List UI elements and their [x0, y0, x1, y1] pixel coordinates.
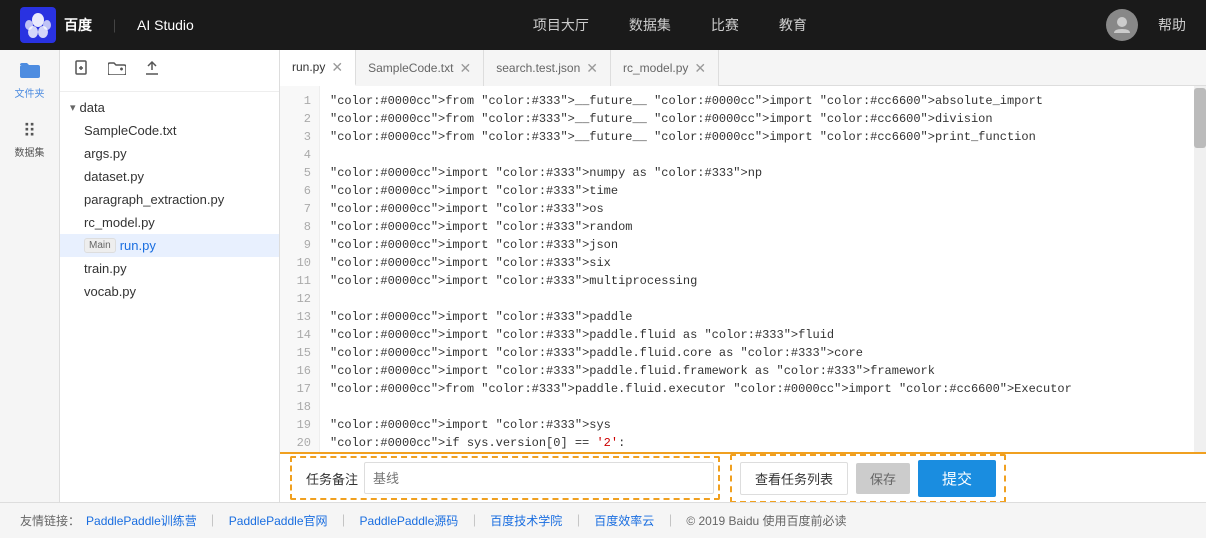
file-paragraph-label: paragraph_extraction.py [84, 192, 224, 207]
footer-link-training[interactable]: PaddlePaddle训练营 [86, 512, 197, 529]
tab-samplecode-close[interactable]: ✕ [459, 61, 471, 75]
file-toolbar [60, 50, 279, 92]
sidebar-item-dataset[interactable]: ⠿ 数据集 [8, 120, 52, 160]
code-editor: 123456789101112131415161718192021222324 … [280, 86, 1206, 452]
tab-search-test[interactable]: search.test.json ✕ [484, 50, 611, 86]
nav-item-projects[interactable]: 项目大厅 [533, 15, 589, 35]
file-train[interactable]: train.py [60, 257, 279, 280]
tab-samplecode[interactable]: SampleCode.txt ✕ [356, 50, 484, 86]
line-numbers: 123456789101112131415161718192021222324 [280, 86, 320, 452]
nav-item-competition[interactable]: 比赛 [711, 15, 739, 35]
action-buttons-section: 查看任务列表 保存 提交 [730, 454, 1006, 503]
nav-item-education[interactable]: 教育 [779, 15, 807, 35]
tab-run-py[interactable]: run.py ✕ [280, 50, 356, 86]
folder-arrow-icon: ▾ [70, 101, 76, 114]
top-navigation: 百度 ｜ AI Studio 项目大厅 数据集 比赛 教育 帮助 [0, 0, 1206, 50]
file-rc-model[interactable]: rc_model.py [60, 211, 279, 234]
new-folder-button[interactable] [104, 59, 130, 82]
tab-rc-model-label: rc_model.py [623, 61, 688, 75]
baseline-input[interactable] [364, 462, 714, 494]
task-note-section: 任务备注 [290, 456, 720, 500]
footer-prefix: 友情链接： [20, 512, 80, 529]
file-vocab[interactable]: vocab.py [60, 280, 279, 303]
nav-right: 帮助 [1106, 9, 1186, 41]
file-paragraph[interactable]: paragraph_extraction.py [60, 188, 279, 211]
file-panel: ▾ data SampleCode.txt args.py dataset.py… [60, 50, 280, 502]
nav-menu: 项目大厅 数据集 比赛 教育 [234, 15, 1106, 35]
upload-button[interactable] [140, 58, 164, 83]
tab-run-py-label: run.py [292, 60, 325, 74]
tab-samplecode-label: SampleCode.txt [368, 61, 453, 75]
baidu-text: 百度 [64, 15, 92, 35]
footer-link-efficiency[interactable]: 百度效率云 [594, 512, 654, 529]
file-args[interactable]: args.py [60, 142, 279, 165]
submit-button[interactable]: 提交 [918, 460, 996, 497]
file-dataset[interactable]: dataset.py [60, 165, 279, 188]
bottom-bar: 任务备注 查看任务列表 保存 提交 [280, 452, 1206, 502]
tab-search-test-label: search.test.json [496, 61, 580, 75]
help-link[interactable]: 帮助 [1158, 15, 1186, 35]
tab-rc-model-close[interactable]: ✕ [694, 61, 706, 75]
footer-link-academy[interactable]: 百度技术学院 [490, 512, 562, 529]
studio-text: AI Studio [137, 17, 194, 33]
file-rc-model-label: rc_model.py [84, 215, 155, 230]
dataset-icon: ⠿ [23, 121, 36, 142]
tab-rc-model[interactable]: rc_model.py ✕ [611, 50, 719, 86]
main-area: 文件夹 ⠿ 数据集 [0, 50, 1206, 502]
folder-data[interactable]: ▾ data [60, 96, 279, 119]
view-task-button[interactable]: 查看任务列表 [740, 462, 848, 495]
sidebar-dataset-label: 数据集 [15, 144, 45, 159]
scrollbar-track[interactable] [1194, 86, 1206, 452]
nav-item-datasets[interactable]: 数据集 [629, 15, 671, 35]
footer: 友情链接： PaddlePaddle训练营 ｜ PaddlePaddle官网 ｜… [0, 502, 1206, 538]
file-train-label: train.py [84, 261, 127, 276]
folder-name: data [80, 100, 105, 115]
editor-area: run.py ✕ SampleCode.txt ✕ search.test.js… [280, 50, 1206, 502]
logo-divider: ｜ [108, 16, 121, 35]
code-content[interactable]: "color:#0000cc">from "color:#333">__futu… [320, 86, 1194, 452]
file-run[interactable]: Main run.py [60, 234, 279, 257]
file-tree: ▾ data SampleCode.txt args.py dataset.py… [60, 92, 279, 502]
tab-run-py-close[interactable]: ✕ [331, 60, 343, 74]
footer-link-source[interactable]: PaddlePaddle源码 [360, 512, 459, 529]
footer-link-official[interactable]: PaddlePaddle官网 [229, 512, 328, 529]
file-samplecode-label: SampleCode.txt [84, 123, 177, 138]
task-note-label: 任务备注 [306, 469, 358, 488]
save-button[interactable]: 保存 [856, 463, 910, 494]
main-badge: Main [84, 238, 116, 253]
tabs-bar: run.py ✕ SampleCode.txt ✕ search.test.js… [280, 50, 1206, 86]
footer-copyright: © 2019 Baidu 使用百度前必读 [686, 512, 846, 529]
tab-search-test-close[interactable]: ✕ [586, 61, 598, 75]
sidebar: 文件夹 ⠿ 数据集 [0, 50, 60, 502]
logo-area: 百度 ｜ AI Studio [20, 7, 194, 43]
avatar[interactable] [1106, 9, 1138, 41]
file-run-label: run.py [120, 238, 156, 253]
file-samplecode[interactable]: SampleCode.txt [60, 119, 279, 142]
file-dataset-label: dataset.py [84, 169, 144, 184]
new-file-button[interactable] [70, 58, 94, 83]
sidebar-item-files[interactable]: 文件夹 [8, 60, 52, 100]
sidebar-files-label: 文件夹 [15, 85, 45, 100]
file-args-label: args.py [84, 146, 127, 161]
folder-icon [20, 60, 40, 83]
file-vocab-label: vocab.py [84, 284, 136, 299]
baidu-logo [20, 7, 56, 43]
